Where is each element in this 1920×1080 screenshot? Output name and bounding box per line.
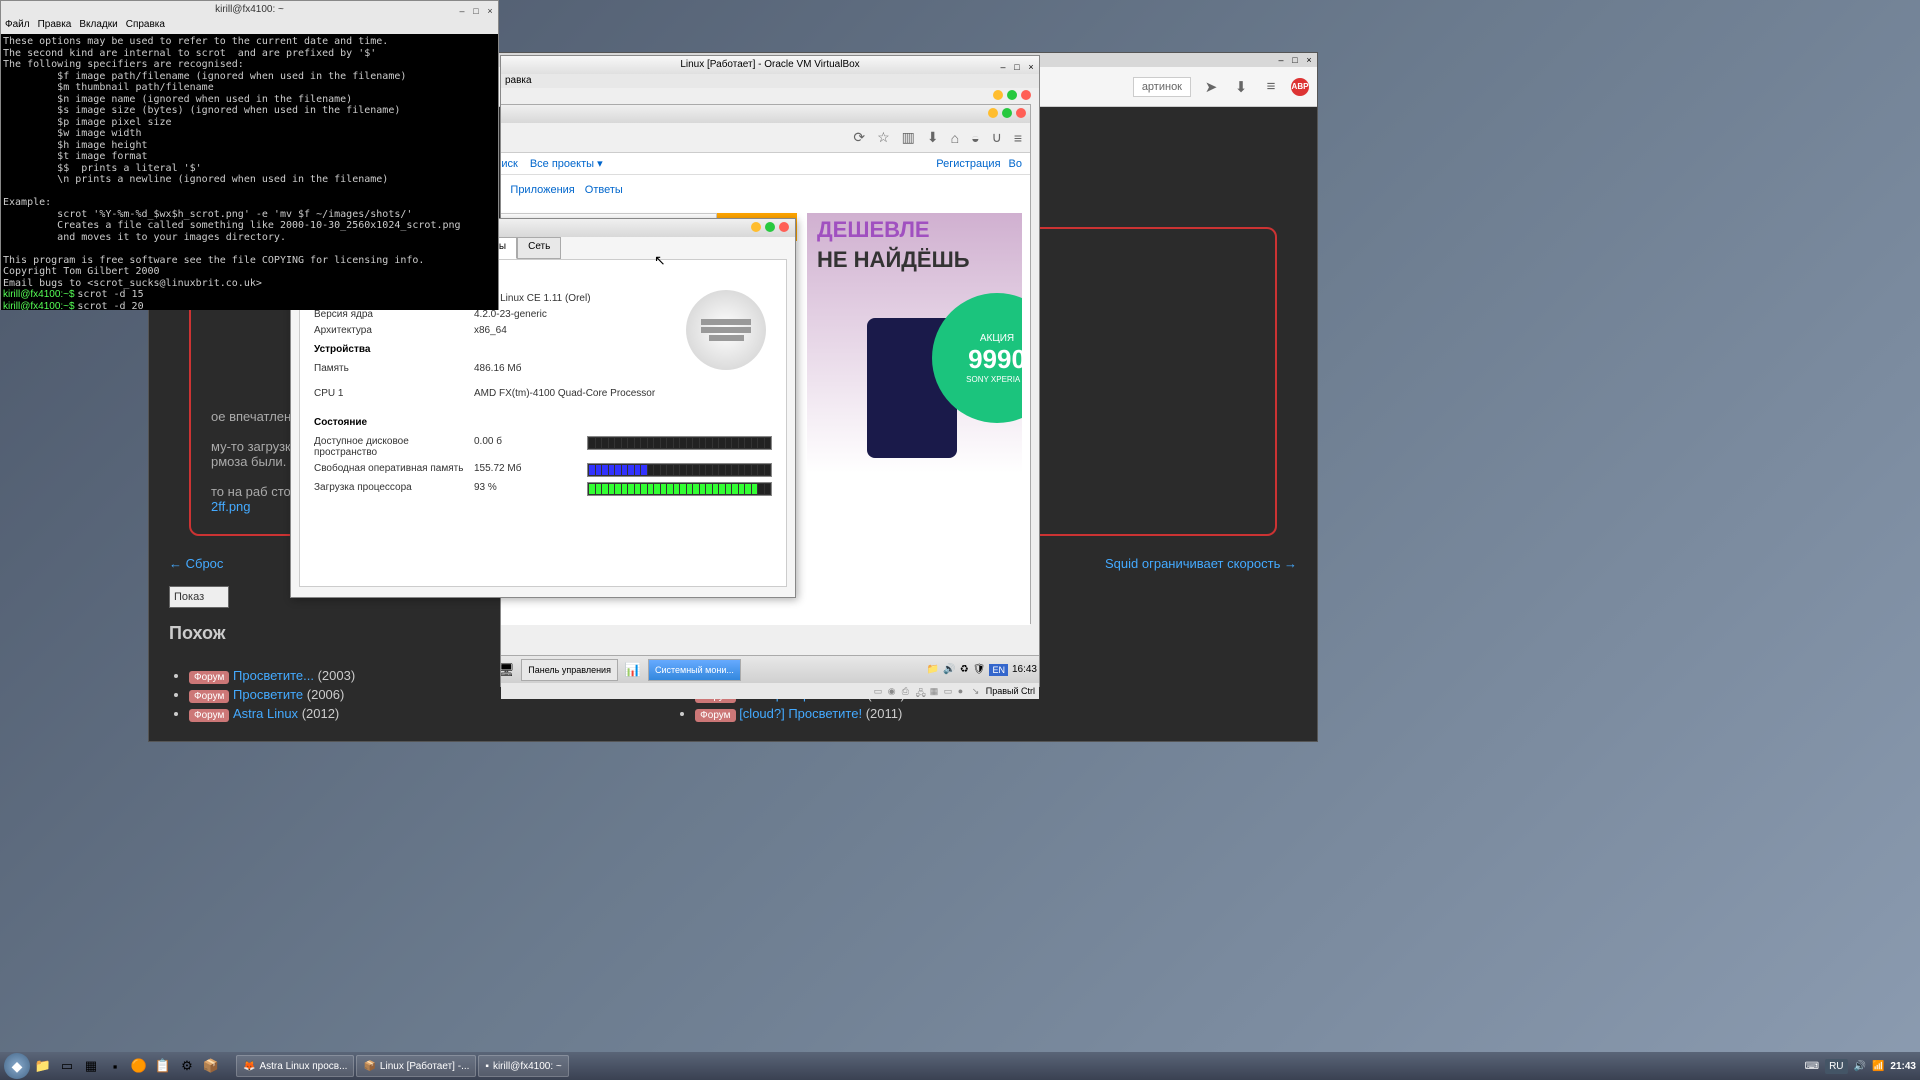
list-item: Форум Просветите (2006)	[189, 687, 355, 702]
nav-link[interactable]: Поиск	[501, 158, 518, 170]
host-key-label: Правый Ctrl	[986, 686, 1035, 696]
host-tray: ⌨ RU 🔊 📶 21:43	[1805, 1059, 1916, 1074]
terminal-window: kirill@fx4100: ~ –□× Файл Правка Вкладки…	[0, 0, 499, 310]
chat-icon[interactable]: ◒	[971, 130, 979, 146]
close-icon[interactable]: ×	[1025, 58, 1037, 70]
next-link[interactable]: Squid ограничивает скорость →	[1105, 556, 1297, 571]
cursor-icon: ↖	[654, 252, 666, 269]
panel-icon[interactable]: 🖥	[501, 659, 517, 681]
disk-bar	[587, 436, 772, 450]
download-icon[interactable]: ⬇	[927, 129, 939, 146]
guest-tray: 📁 🔊 ♻ 🛡 EN 16:43	[927, 664, 1037, 676]
portal-nav: ки Игры Знакомства Новости Поиск Все про…	[501, 153, 1030, 175]
tab-network[interactable]: Сеть	[517, 237, 561, 259]
list-item: Форум [cloud?] Просветите! (2011)	[695, 706, 909, 721]
app-icon[interactable]: 📋	[152, 1055, 174, 1077]
list-item: Форум Просветите... (2003)	[189, 668, 355, 683]
star-icon[interactable]: ☆	[877, 129, 890, 146]
nav-link[interactable]: Все проекты ▾	[530, 157, 603, 170]
display-icon: ▭	[944, 686, 955, 697]
vbox-menu[interactable]: равка	[501, 74, 1039, 88]
terminal-icon[interactable]: ▪	[104, 1055, 126, 1077]
close-icon[interactable]: ×	[484, 3, 496, 15]
windows-icon[interactable]: ▦	[80, 1055, 102, 1077]
shared-icon: ▦	[930, 686, 941, 697]
taskbar-item[interactable]: 📦Linux [Работает] -...	[356, 1055, 476, 1077]
close-icon[interactable]: ×	[1303, 55, 1315, 67]
pocket-icon[interactable]: ∪	[992, 129, 1002, 146]
ad-banner[interactable]: ДЕШЕВЛЕ НЕ НАЙДЁШЬ АКЦИЯ 9990 SONY XPERI…	[807, 213, 1022, 473]
ff-toolbar: ⟳ ☆ ▥ ⬇ ⌂ ◒ ∪ ≡	[501, 123, 1030, 153]
abp-icon[interactable]: ABP	[1291, 78, 1309, 96]
maximize-icon[interactable]: □	[1011, 58, 1023, 70]
image-link[interactable]: 2ff.png	[211, 499, 251, 514]
ff-title-bar[interactable]: ти, игры - Mozilla Firefox	[501, 105, 1030, 123]
search-tabs: Поиск в интернете Картинки Видео Приложе…	[501, 175, 1030, 205]
addr-fragment: артинок	[1133, 77, 1191, 97]
menu-icon[interactable]: ≡	[1014, 130, 1022, 146]
taskbar-item-active[interactable]: Системный мони...	[648, 659, 741, 681]
tray-icon[interactable]: 📁	[927, 664, 939, 675]
home-icon[interactable]: ⌂	[951, 130, 959, 146]
app-icon[interactable]: ⚙	[176, 1055, 198, 1077]
show-button[interactable]: Показ	[169, 586, 229, 608]
reload-icon[interactable]: ⟳	[853, 129, 865, 146]
net-icon: 🖧	[916, 686, 927, 697]
usb-icon: ⎙	[902, 686, 913, 697]
terminal-output[interactable]: These options may be used to refer to th…	[1, 34, 498, 310]
terminal-title-bar[interactable]: kirill@fx4100: ~ –□×	[1, 1, 498, 18]
clock[interactable]: 21:43	[1890, 1061, 1916, 1072]
taskbar-item[interactable]: ▪kirill@fx4100: ~	[478, 1055, 568, 1077]
taskbar-item[interactable]: 🦊Astra Linux просв...	[236, 1055, 354, 1077]
cpu-bar	[587, 482, 772, 496]
keyboard-icon	[686, 290, 766, 370]
list-item: Форум Astra Linux (2012)	[189, 706, 355, 721]
desktop-icon[interactable]: ▭	[56, 1055, 78, 1077]
download-icon[interactable]: ⬇	[1231, 77, 1251, 97]
monitor-icon[interactable]: 📊	[622, 659, 644, 681]
minimize-icon[interactable]: –	[997, 58, 1009, 70]
vbox-icon[interactable]: 📦	[200, 1055, 222, 1077]
mouse-icon: ↘	[972, 686, 983, 697]
sound-icon[interactable]: 🔊	[943, 664, 955, 675]
clock[interactable]: 16:43	[1012, 664, 1037, 675]
lang-indicator[interactable]: EN	[989, 664, 1008, 676]
filemanager-icon[interactable]: 📁	[32, 1055, 54, 1077]
network-icon[interactable]: 📶	[1872, 1061, 1884, 1072]
maximize-icon[interactable]: □	[1289, 55, 1301, 67]
minimize-icon[interactable]: –	[456, 3, 468, 15]
terminal-menu[interactable]: Файл Правка Вкладки Справка	[1, 18, 498, 34]
shield-icon[interactable]: 🛡	[973, 664, 986, 675]
minimize-icon[interactable]: –	[1275, 55, 1287, 67]
cd-icon: ◉	[888, 686, 899, 697]
host-taskbar: ◆ 📁 ▭ ▦ ▪ 🟠 📋 ⚙ 📦 🦊Astra Linux просв... …	[0, 1052, 1920, 1080]
prev-link[interactable]: ← Сброс	[169, 556, 223, 571]
vbox-status-bar: ▭ ◉ ⎙ 🖧 ▦ ▭ ● ↘ Правый Ctrl	[501, 683, 1039, 699]
maximize-icon[interactable]: □	[470, 3, 482, 15]
lang-indicator[interactable]: RU	[1825, 1059, 1847, 1074]
hd-icon: ▭	[874, 686, 885, 697]
sound-icon[interactable]: 🔊	[1854, 1061, 1866, 1072]
library-icon[interactable]: ▥	[902, 129, 915, 146]
start-button[interactable]: ◆	[4, 1053, 30, 1079]
app-icon[interactable]: 🟠	[128, 1055, 150, 1077]
memory-bar	[587, 463, 772, 477]
guest-window-controls[interactable]	[993, 90, 1031, 100]
vbox-title-bar[interactable]: Linux [Работает] - Oracle VM VirtualBox …	[501, 56, 1039, 74]
keyboard-icon[interactable]: ⌨	[1805, 1061, 1819, 1072]
refresh-icon[interactable]: ♻	[960, 664, 969, 675]
go-icon[interactable]: ➤	[1201, 77, 1221, 97]
guest-taskbar: ★ ▭ ▦ 🦊 Mail.Ru: почта, п... 🖥 Панель уп…	[501, 655, 1039, 683]
taskbar-item[interactable]: Панель управления	[521, 659, 618, 681]
menu-icon[interactable]: ≡	[1261, 77, 1281, 97]
rec-icon: ●	[958, 686, 969, 697]
